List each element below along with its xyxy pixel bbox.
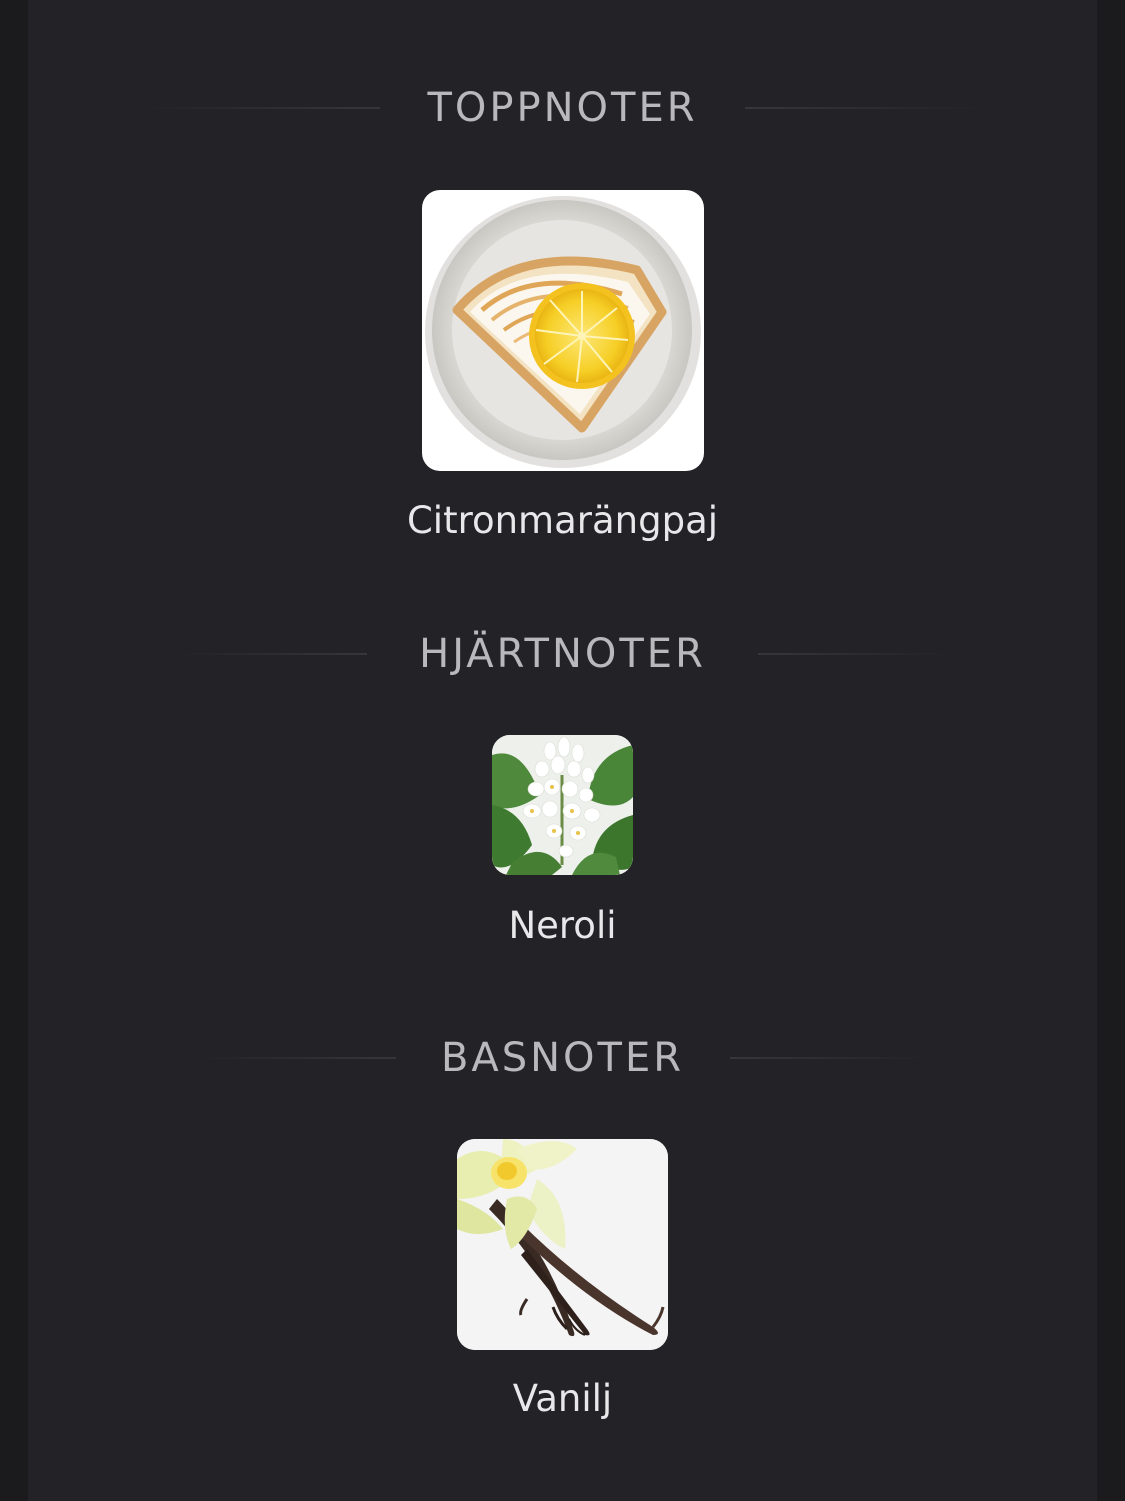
lemon-meringue-pie-image[interactable] xyxy=(422,190,704,471)
divider-line xyxy=(758,653,950,655)
note-label-citronmarangpaj: Citronmarängpaj xyxy=(406,499,719,542)
lemon-meringue-pie-icon xyxy=(425,196,701,468)
section-header-heart-notes: HJÄRTNOTER xyxy=(0,624,1125,684)
section-header-base-notes: BASNOTER xyxy=(0,1028,1125,1088)
section-heading: HJÄRTNOTER xyxy=(419,631,706,677)
note-label-vanilj: Vanilj xyxy=(512,1377,613,1420)
neroli-blossom-icon xyxy=(492,735,633,875)
divider-line xyxy=(730,1057,930,1059)
neroli-blossom-image[interactable] xyxy=(492,735,633,875)
vanilla-flower-icon xyxy=(457,1139,668,1350)
divider-line xyxy=(745,107,985,109)
note-label-neroli: Neroli xyxy=(508,904,617,947)
section-header-top-notes: TOPPNOTER xyxy=(0,78,1125,138)
section-heading: BASNOTER xyxy=(440,1035,685,1081)
vanilla-flower-image[interactable] xyxy=(457,1139,668,1350)
